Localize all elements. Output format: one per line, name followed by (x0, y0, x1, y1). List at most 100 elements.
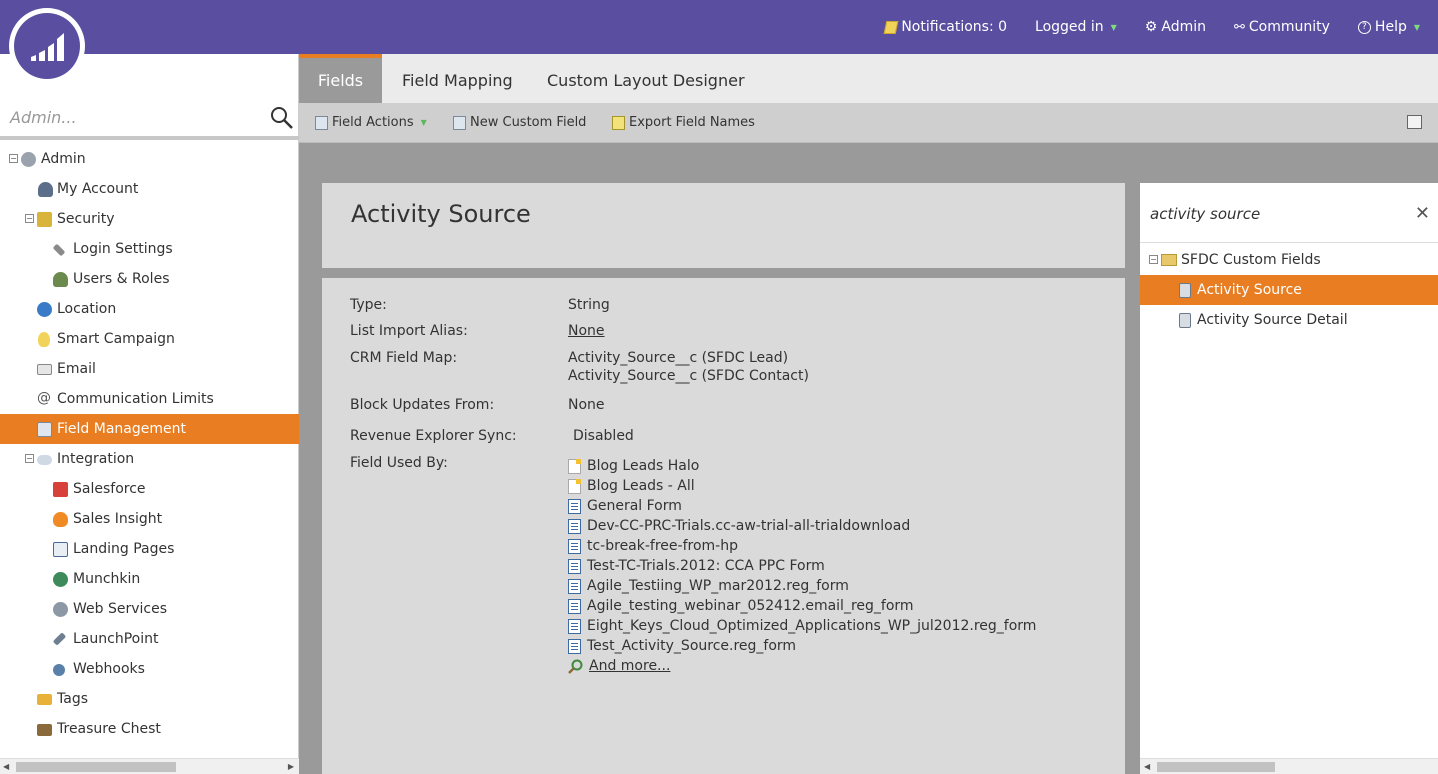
field-search-input[interactable]: activity source (1150, 205, 1260, 223)
new-custom-field-button[interactable]: New Custom Field (453, 115, 586, 130)
admin-search[interactable]: Admin... (0, 98, 299, 140)
sidebar-item-my-account[interactable]: My Account (0, 174, 299, 204)
munchkin-icon (53, 572, 68, 587)
sidebar-item-tags[interactable]: Tags (0, 684, 299, 714)
sidebar-item-munchkin[interactable]: Munchkin (0, 564, 299, 594)
right-panel-scrollbar[interactable]: ◀ (1140, 758, 1438, 774)
field-search[interactable]: activity source ✕ (1140, 183, 1438, 243)
list-item[interactable]: Test_Activity_Source.reg_form (568, 636, 1036, 656)
sidebar-item-sales-insight[interactable]: Sales Insight (0, 504, 299, 534)
sidebar-item-smart-campaign[interactable]: Smart Campaign (0, 324, 299, 354)
list-item[interactable]: tc-break-free-from-hp (568, 536, 1036, 556)
alias-link[interactable]: None (568, 323, 605, 339)
form-icon (568, 618, 581, 634)
revenue-label: Revenue Explorer Sync: (350, 428, 517, 444)
scroll-right-icon[interactable]: ▶ (288, 762, 294, 771)
sidebar-item-communication-limits[interactable]: @ Communication Limits (0, 384, 299, 414)
list-item[interactable]: Blog Leads - All (568, 476, 1036, 496)
alias-label: List Import Alias: (350, 323, 468, 339)
export-field-names-button[interactable]: Export Field Names (612, 115, 755, 130)
crm-value-lead: Activity_Source__c (SFDC Lead) (568, 350, 789, 366)
list-item[interactable]: General Form (568, 496, 1036, 516)
form-icon (568, 518, 581, 534)
sidebar-item-email[interactable]: Email (0, 354, 299, 384)
sidebar-item-label: Location (57, 301, 117, 317)
field-actions-button[interactable]: Field Actions ▼ (315, 115, 427, 130)
list-item-label: tc-break-free-from-hp (587, 538, 738, 554)
sidebar-item-location[interactable]: Location (0, 294, 299, 324)
close-icon[interactable]: ✕ (1415, 203, 1430, 224)
globe-icon (37, 302, 52, 317)
scroll-left-icon[interactable]: ◀ (3, 762, 9, 771)
result-activity-source[interactable]: Activity Source (1140, 275, 1438, 305)
help-icon: ? (1357, 20, 1371, 34)
list-item[interactable]: Test-TC-Trials.2012: CCA PPC Form (568, 556, 1036, 576)
list-item-label: General Form (587, 498, 682, 514)
tab-fields[interactable]: Fields (299, 54, 382, 103)
tab-field-mapping[interactable]: Field Mapping (402, 54, 513, 103)
used-by-list: Blog Leads Halo Blog Leads - All General… (568, 456, 1036, 676)
scrollbar-thumb[interactable] (16, 762, 176, 772)
sidebar-item-treasure-chest[interactable]: Treasure Chest (0, 714, 299, 744)
search-input[interactable]: Admin... (10, 108, 77, 127)
sidebar-item-label: Security (57, 211, 115, 227)
list-item[interactable]: Blog Leads Halo (568, 456, 1036, 476)
flame-icon (53, 512, 68, 527)
sidebar-item-salesforce[interactable]: Salesforce (0, 474, 299, 504)
sidebar-item-launchpoint[interactable]: LaunchPoint (0, 624, 299, 654)
notifications-link[interactable]: Notifications: 0 (883, 19, 1007, 35)
sidebar-item-web-services[interactable]: Web Services (0, 594, 299, 624)
sidebar-item-landing-pages[interactable]: Landing Pages (0, 534, 299, 564)
sidebar-item-webhooks[interactable]: Webhooks (0, 654, 299, 684)
marketo-logo[interactable] (9, 8, 85, 84)
list-item-label: Dev-CC-PRC-Trials.cc-aw-trial-all-triald… (587, 518, 911, 534)
admin-link[interactable]: ⚙ Admin (1145, 19, 1206, 35)
list-item[interactable]: Eight_Keys_Cloud_Optimized_Applications_… (568, 616, 1036, 636)
type-value: String (568, 297, 610, 313)
list-item[interactable]: Agile_Testiing_WP_mar2012.reg_form (568, 576, 1036, 596)
maximize-icon[interactable] (1407, 115, 1422, 129)
scroll-left-icon[interactable]: ◀ (1144, 762, 1150, 771)
sidebar-scrollbar[interactable]: ◀ ▶ (0, 758, 299, 774)
community-link[interactable]: ⚯ Community (1234, 19, 1330, 35)
sidebar-item-label: Communication Limits (57, 391, 214, 407)
and-more-link[interactable]: And more... (568, 656, 1036, 676)
help-menu[interactable]: ? Help ▼ (1357, 19, 1420, 35)
sidebar-item-integration[interactable]: − Integration (0, 444, 299, 474)
user-icon (38, 182, 53, 197)
field-details: Type: String List Import Alias: None CRM… (322, 278, 1125, 774)
sidebar-item-field-management[interactable]: Field Management (0, 414, 299, 444)
toolbar: Field Actions ▼ New Custom Field Export … (299, 103, 1438, 143)
list-item[interactable]: Agile_testing_webinar_052412.email_reg_f… (568, 596, 1036, 616)
admin-label: Admin (1161, 19, 1206, 35)
sidebar-item-users-roles[interactable]: Users & Roles (0, 264, 299, 294)
collapse-icon[interactable]: − (25, 454, 34, 463)
new-field-icon (453, 115, 466, 130)
sidebar-item-label: Munchkin (73, 571, 141, 587)
form-icon (568, 598, 581, 614)
field-actions-icon (315, 115, 328, 130)
list-item[interactable]: Dev-CC-PRC-Trials.cc-aw-trial-all-triald… (568, 516, 1036, 536)
form-icon (568, 558, 581, 574)
tab-custom-layout-designer[interactable]: Custom Layout Designer (547, 54, 745, 103)
collapse-icon[interactable]: − (9, 154, 18, 163)
tab-bar: Fields Field Mapping Custom Layout Desig… (299, 54, 1438, 103)
sidebar-item-security[interactable]: − Security (0, 204, 299, 234)
list-item-label: Test_Activity_Source.reg_form (587, 638, 797, 654)
sidebar-item-label: Integration (57, 451, 135, 467)
top-nav: Notifications: 0 Logged in ▼ ⚙ Admin ⚯ C… (883, 0, 1420, 54)
result-activity-source-detail[interactable]: Activity Source Detail (1140, 305, 1438, 335)
logged-in-menu[interactable]: Logged in ▼ (1035, 19, 1117, 35)
search-icon[interactable] (270, 106, 294, 130)
folder-sfdc-custom-fields[interactable]: − SFDC Custom Fields (1140, 245, 1438, 275)
gears-icon (53, 602, 68, 617)
sidebar-item-admin[interactable]: − Admin (0, 144, 299, 174)
list-item-label: Blog Leads - All (587, 478, 695, 494)
sidebar-item-login-settings[interactable]: Login Settings (0, 234, 299, 264)
gear-icon (21, 152, 36, 167)
scrollbar-thumb[interactable] (1157, 762, 1275, 772)
collapse-icon[interactable]: − (25, 214, 34, 223)
magnifier-icon (568, 659, 583, 674)
rocket-icon (52, 632, 67, 646)
collapse-icon[interactable]: − (1149, 255, 1158, 264)
